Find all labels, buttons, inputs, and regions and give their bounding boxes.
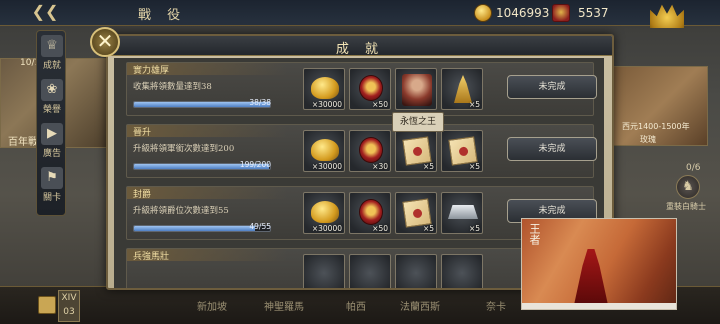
rail-item-achievements[interactable]: ♕ 成就 <box>37 35 67 71</box>
reward-slot[interactable]: ×5 <box>441 130 483 172</box>
progress-text: 38/38 <box>249 98 271 107</box>
reward-tooltip: 永恆之王 <box>392 112 444 132</box>
reward-slot[interactable]: ×5 <box>441 68 483 110</box>
gold-pile-icon <box>311 77 339 99</box>
achievement-title: 實力雄厚 <box>133 66 170 76</box>
reward-quantity: ×50 <box>372 100 388 109</box>
gold-counter: 1046993 <box>474 3 549 23</box>
page-badge: XIV 03 <box>58 290 80 322</box>
left-panel-label: 百年戰 <box>8 137 38 148</box>
reward-slot[interactable]: ×5 <box>395 192 437 234</box>
book-icon[interactable] <box>38 296 56 314</box>
top-bar: ❮❮ 戰 役 1046993 5537 <box>0 0 720 26</box>
medal-icon <box>359 75 383 101</box>
video-logo: 王者 <box>528 223 541 245</box>
incomplete-button[interactable]: 未完成 <box>507 75 597 99</box>
achievement-description: 升級將領軍銜次數達到200 <box>133 144 235 154</box>
achievement-title: 兵強馬壯 <box>133 252 170 262</box>
screen-title: 戰 役 <box>138 8 187 23</box>
page-badge-number: 03 <box>63 307 75 317</box>
dialog-header: 成 就 <box>108 36 612 57</box>
close-icon[interactable]: ✕ <box>90 27 120 57</box>
bottom-tab[interactable]: 帕西 <box>334 298 378 313</box>
bottom-tab[interactable]: 新加坡 <box>190 298 234 313</box>
reward-slot[interactable]: ×5 <box>395 130 437 172</box>
rail-item-honor[interactable]: ❀ 榮譽 <box>37 79 67 115</box>
knight-label: 重裝白騎士 <box>666 202 706 211</box>
reward-slot[interactable] <box>441 254 483 288</box>
rail-item-ads[interactable]: ▶ 廣告 <box>37 123 67 159</box>
reward-slot[interactable] <box>395 68 437 110</box>
flag-icon: ⚑ <box>41 167 63 189</box>
gold-coin-icon <box>474 4 492 22</box>
reward-quantity: ×30000 <box>311 224 342 233</box>
bottom-tab[interactable]: 奈卡 <box>474 298 518 313</box>
reward-slot[interactable]: ×50 <box>349 192 391 234</box>
reward-quantity: ×50 <box>372 224 388 233</box>
knight-helmet-icon[interactable]: ♞ <box>676 175 700 199</box>
reward-slot[interactable]: ×30000 <box>303 192 345 234</box>
achievement-description: 收集將領數量達到38 <box>133 82 212 92</box>
achievement-title: 晉升 <box>133 128 152 138</box>
reward-slot[interactable]: ×50 <box>349 68 391 110</box>
red-cloaked-figure <box>574 249 608 305</box>
back-arrow-icon[interactable]: ❮❮ <box>30 3 60 21</box>
statue-icon <box>454 75 472 103</box>
dialog-title: 成 就 <box>335 42 385 57</box>
reward-slot[interactable]: ×30000 <box>303 68 345 110</box>
reward-quantity: ×5 <box>468 162 480 171</box>
page-badge-roman: XIV <box>61 293 77 303</box>
right-panel-era: 西元1400-1500年 <box>622 122 690 131</box>
rail-item-label: 廣告 <box>42 149 61 159</box>
knight-count: 0/6 <box>686 163 701 173</box>
video-icon: ▶ <box>41 123 63 145</box>
rail-item-label: 成就 <box>42 61 61 71</box>
reward-slot[interactable]: ×5 <box>441 192 483 234</box>
reward-slot[interactable] <box>395 254 437 288</box>
achievement-row: 晉升 升級將領軍銜次數達到200 199/200 ×30000 ×30 ×5 ×… <box>126 124 597 178</box>
right-panel-label: 玫瑰 <box>640 135 656 144</box>
reward-slot[interactable]: ×30 <box>349 130 391 172</box>
reward-quantity: ×5 <box>422 162 434 171</box>
reward-quantity: ×5 <box>422 224 434 233</box>
honor-counter: 5537 <box>552 3 609 23</box>
video-progress-bar <box>522 303 676 309</box>
video-ad-overlay[interactable]: 王者 <box>521 218 677 310</box>
progress-text: 199/200 <box>239 160 271 169</box>
medal-icon <box>359 137 383 163</box>
trophy-icon: ♕ <box>41 35 63 57</box>
ingot-icon <box>448 205 478 219</box>
right-campaign-panel[interactable] <box>612 66 708 146</box>
rail-item-stages[interactable]: ⚑ 關卡 <box>37 167 67 203</box>
portrait-icon <box>402 74 432 106</box>
reward-quantity: ×30 <box>372 162 388 171</box>
gold-amount: 1046993 <box>496 6 550 20</box>
rail-item-label: 關卡 <box>42 193 61 203</box>
achievement-row: 實力雄厚 收集將領數量達到38 38/38 ×30000 ×50 ×5 未完成 <box>126 62 597 116</box>
left-side-menu: ♕ 成就 ❀ 榮譽 ▶ 廣告 ⚑ 關卡 <box>36 30 66 216</box>
honor-medal-icon <box>552 4 570 22</box>
gold-pile-icon <box>311 201 339 223</box>
laurel-icon: ❀ <box>41 79 63 101</box>
gold-pile-icon <box>311 139 339 161</box>
honor-amount: 5537 <box>578 6 609 20</box>
reward-quantity: ×30000 <box>311 100 342 109</box>
reward-quantity: ×5 <box>468 224 480 233</box>
reward-slot[interactable] <box>349 254 391 288</box>
bottom-tab[interactable]: 法蘭西斯 <box>398 298 442 313</box>
achievement-title: 封爵 <box>133 190 152 200</box>
progress-text: 49/55 <box>249 222 271 231</box>
reward-slot[interactable] <box>303 254 345 288</box>
reward-quantity: ×30000 <box>311 162 342 171</box>
incomplete-button[interactable]: 未完成 <box>507 137 597 161</box>
reward-quantity: ×5 <box>468 100 480 109</box>
achievement-description: 升級將領爵位次數達到55 <box>133 206 229 216</box>
reward-slot[interactable]: ×30000 <box>303 130 345 172</box>
bottom-tab[interactable]: 神聖羅馬 <box>262 298 306 313</box>
medal-icon <box>359 199 383 225</box>
rail-item-label: 榮譽 <box>42 105 61 115</box>
